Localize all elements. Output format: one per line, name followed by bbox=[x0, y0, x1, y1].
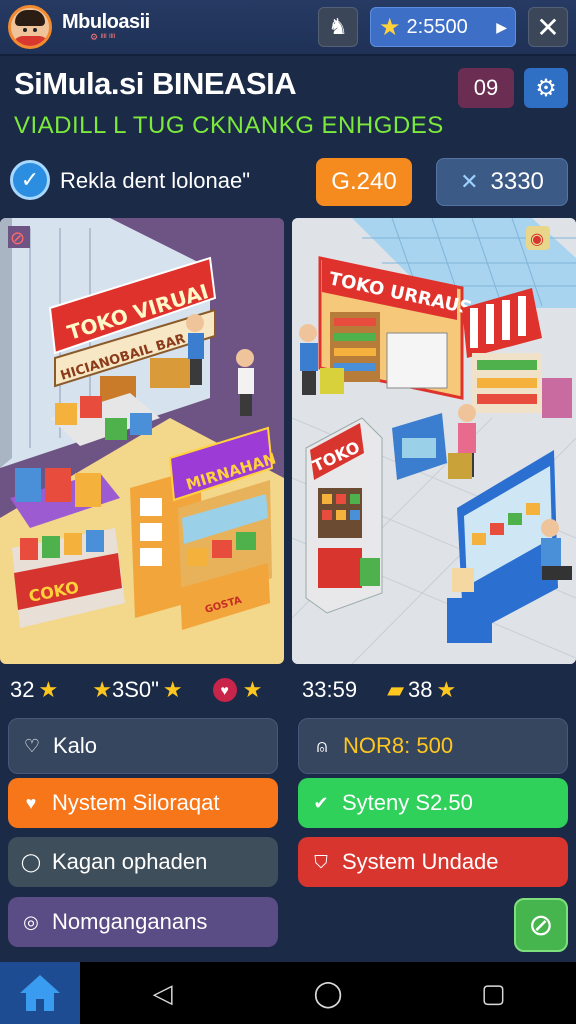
top-bar: Mbuloasii ⚙ ᴵᴵᴵᴵ ᴵᴵᴵᴵ ♞ ★ 2:5500 ▶ ✕ bbox=[0, 0, 576, 56]
nystem-button[interactable]: ♥ Nystem Siloraqat bbox=[8, 778, 278, 828]
stats-right: 33:59 ▰ 38 ★ bbox=[302, 672, 456, 708]
back-nav-button[interactable]: ◁ bbox=[80, 978, 245, 1009]
settings-button[interactable]: ⚙ bbox=[524, 68, 568, 108]
star-icon: ★ bbox=[162, 677, 183, 702]
coin-counter[interactable]: ★ 2:5500 ▶ bbox=[370, 7, 516, 47]
game-title: SiMula.si BINEASIA bbox=[14, 66, 297, 101]
coin-value: 2:5500 bbox=[406, 15, 468, 38]
check-badge-icon: ✓ bbox=[10, 160, 50, 200]
player-info: Mbuloasii ⚙ ᴵᴵᴵᴵ ᴵᴵᴵᴵ bbox=[62, 11, 150, 43]
target-icon: ◎ bbox=[23, 911, 39, 932]
nor8-label: NOR8: 500 bbox=[343, 733, 454, 758]
store-card-left[interactable]: TOKO VIRUAI HICIANOBAIL BAR COKO MIRNAHA… bbox=[0, 218, 284, 664]
store-card-right[interactable]: TOKO URRAUS TOKO ◉ bbox=[292, 218, 576, 664]
nomgangan-button[interactable]: ◎ Nomganganans bbox=[8, 897, 278, 947]
stat-value-3: 33:59 bbox=[302, 677, 358, 702]
nystem-label: Nystem Siloraqat bbox=[52, 790, 220, 815]
player-name: Mbuloasii bbox=[62, 11, 150, 33]
kalo-button[interactable]: ♡ Kalo bbox=[8, 718, 278, 774]
circle-icon: ◯ bbox=[20, 851, 42, 872]
gear-icon: ⚙ bbox=[535, 74, 557, 102]
home-tab[interactable] bbox=[0, 962, 80, 1024]
system-nav-bar: ◁ ◯ ▢ bbox=[0, 962, 576, 1024]
star-icon: ★ bbox=[379, 13, 401, 41]
stat-value-1: 32 bbox=[10, 677, 35, 702]
kagan-button[interactable]: ◯ Kagan ophaden bbox=[8, 837, 278, 887]
heart-icon: ♥ bbox=[25, 792, 37, 813]
shield-heart-icon: ♡ bbox=[23, 735, 41, 756]
gem-icon: ✕ bbox=[460, 169, 479, 194]
trophy-button[interactable]: ♞ bbox=[318, 7, 358, 47]
game-subtitle: VIADILL L TUG CKNANKG ENHGDES bbox=[14, 112, 444, 139]
star-icon: ★ bbox=[436, 677, 457, 702]
system-update-button[interactable]: ⛉ System Undade bbox=[298, 837, 568, 887]
refresh-button[interactable]: ⊘ bbox=[514, 898, 568, 952]
trophy-icon: ♞ bbox=[328, 14, 348, 39]
square-icon: ▢ bbox=[481, 977, 506, 1008]
syteny-button[interactable]: ✔ Syteny S2.50 bbox=[298, 778, 568, 828]
gold-counter[interactable]: G.240 bbox=[316, 158, 412, 206]
refresh-icon: ⊘ bbox=[528, 908, 554, 942]
coin-badge-icon: ◉ bbox=[530, 231, 544, 248]
star-icon: ★ bbox=[92, 677, 112, 702]
gem-value: 3330 bbox=[490, 168, 544, 195]
nomgangan-label: Nomganganans bbox=[52, 909, 208, 934]
kalo-label: Kalo bbox=[53, 733, 98, 758]
shield-icon: ⛉ bbox=[314, 851, 328, 872]
star-icon: ★ bbox=[38, 677, 59, 702]
heart-icon: ♥ bbox=[212, 678, 237, 702]
level-badge: 09 bbox=[458, 68, 514, 108]
home-icon bbox=[20, 975, 60, 1011]
info-text: Rekla dent lolonae" bbox=[60, 168, 251, 193]
player-avatar[interactable] bbox=[8, 5, 52, 49]
gem-counter[interactable]: ✕ 3330 bbox=[436, 158, 568, 206]
system-update-label: System Undade bbox=[342, 849, 499, 874]
bell-icon: ⍝ bbox=[316, 735, 328, 756]
stats-left: 32 ★ ★ 3S0" ★ ♥ ★ bbox=[10, 672, 262, 708]
stat-value-2: 3S0" bbox=[111, 677, 159, 702]
stat-value-4: 38 bbox=[407, 677, 433, 702]
kagan-label: Kagan ophaden bbox=[52, 849, 208, 874]
player-sub-label: ⚙ ᴵᴵᴵᴵ ᴵᴵᴵᴵ bbox=[90, 32, 116, 42]
close-icon: ✕ bbox=[536, 11, 560, 43]
tag-icon: ⊘ bbox=[10, 228, 25, 248]
gold-bar-icon: ▰ bbox=[387, 677, 404, 702]
circle-home-icon: ◯ bbox=[313, 977, 343, 1008]
nor8-button[interactable]: ⍝ NOR8: 500 bbox=[298, 718, 568, 774]
back-icon: ◁ bbox=[152, 977, 173, 1008]
check-icon: ✔ bbox=[313, 792, 329, 813]
play-icon: ▶ bbox=[496, 18, 507, 35]
star-icon: ★ bbox=[242, 677, 263, 702]
syteny-label: Syteny S2.50 bbox=[342, 790, 473, 815]
recents-nav-button[interactable]: ▢ bbox=[411, 978, 576, 1009]
home-nav-button[interactable]: ◯ bbox=[245, 978, 410, 1009]
close-button[interactable]: ✕ bbox=[528, 7, 568, 47]
